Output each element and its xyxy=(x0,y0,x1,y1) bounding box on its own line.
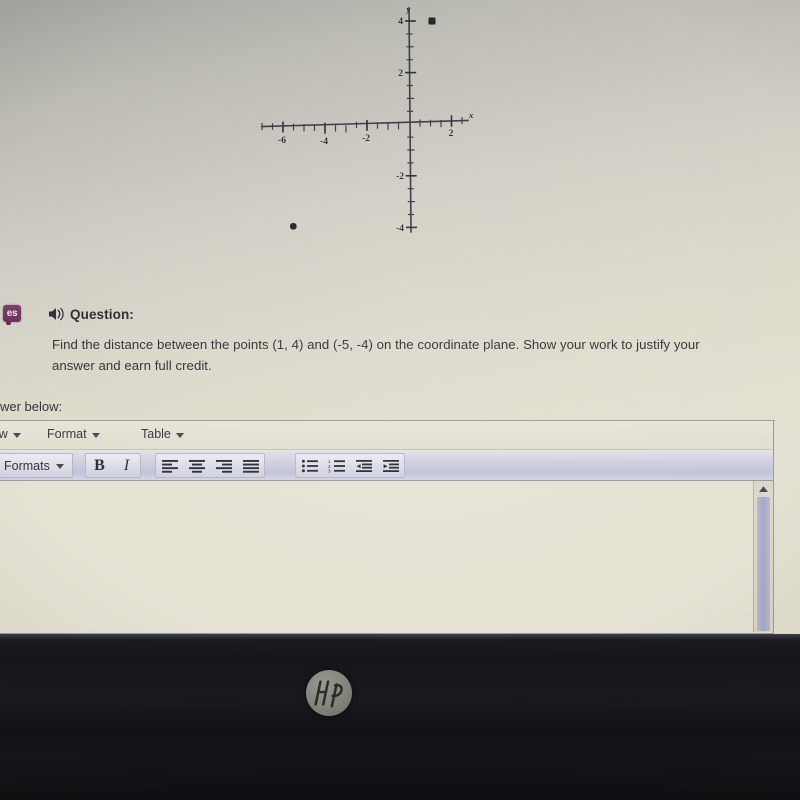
plotted-point-1-4 xyxy=(428,17,436,25)
align-justify-button[interactable] xyxy=(237,454,264,477)
question-block: es Question: Find the distance between t… xyxy=(0,296,800,396)
question-label: Question: xyxy=(70,307,134,322)
menu-view[interactable]: iew xyxy=(0,427,21,441)
menu-format-label: Format xyxy=(47,427,87,441)
svg-text:2: 2 xyxy=(449,129,454,139)
laptop-screen-photograph: y x -6 -4 -2 2 4 2 -2 -4 es Question: Fi… xyxy=(0,0,800,800)
bold-button[interactable]: B xyxy=(86,454,113,477)
rich-text-editor[interactable]: iew Format Table Formats xyxy=(0,421,774,634)
outdent-button[interactable] xyxy=(350,454,377,477)
screen-content-area: y x -6 -4 -2 2 4 2 -2 -4 es Question: Fi… xyxy=(0,0,800,634)
italic-button[interactable]: I xyxy=(113,454,140,477)
bullet-list-button[interactable] xyxy=(296,454,323,477)
svg-text:-2: -2 xyxy=(396,172,404,182)
menu-table-label: Table xyxy=(141,427,171,441)
formats-dropdown[interactable]: Formats xyxy=(0,453,73,478)
chevron-down-icon xyxy=(91,432,100,438)
answer-prompt-label: wer below: xyxy=(0,399,63,414)
italic-label: I xyxy=(123,456,130,474)
laptop-bezel xyxy=(0,634,800,800)
align-center-button[interactable] xyxy=(183,454,210,477)
hp-logo xyxy=(306,670,352,716)
spanish-language-badge[interactable]: es xyxy=(3,305,21,325)
scrollbar-up-arrow[interactable] xyxy=(754,481,773,496)
editor-toolbar: Formats B I 1 2 3 xyxy=(0,450,773,481)
editor-menubar: iew Format Table xyxy=(0,421,773,450)
svg-text:-2: -2 xyxy=(362,134,370,144)
text-style-group: B I xyxy=(85,453,141,478)
menu-table[interactable]: Table xyxy=(141,427,184,441)
svg-text:y: y xyxy=(406,4,411,14)
svg-text:2: 2 xyxy=(398,69,403,79)
bold-label: B xyxy=(94,456,105,474)
editor-text-area[interactable] xyxy=(0,481,753,632)
indent-button[interactable] xyxy=(377,454,404,477)
chevron-down-icon xyxy=(12,432,21,438)
align-right-button[interactable] xyxy=(210,454,237,477)
list-indent-group: 1 2 3 xyxy=(295,453,405,478)
menu-view-label: iew xyxy=(0,427,8,441)
svg-text:3: 3 xyxy=(328,468,331,472)
bezel-highlight xyxy=(0,634,800,640)
chevron-down-icon xyxy=(175,432,184,438)
svg-text:-4: -4 xyxy=(320,137,328,147)
scrollbar-thumb[interactable] xyxy=(757,497,770,631)
plotted-point-minus5-minus4 xyxy=(290,223,297,230)
speaker-icon[interactable] xyxy=(48,306,66,322)
editor-body xyxy=(0,481,773,632)
menu-format[interactable]: Format xyxy=(47,427,100,441)
svg-text:x: x xyxy=(468,110,474,120)
svg-text:4: 4 xyxy=(398,17,403,27)
coordinate-plane-figure: y x -6 -4 -2 2 4 2 -2 -4 xyxy=(246,0,498,252)
chevron-down-icon xyxy=(55,464,64,469)
svg-text:-6: -6 xyxy=(278,136,286,146)
numbered-list-button[interactable]: 1 2 3 xyxy=(323,454,350,477)
svg-text:-4: -4 xyxy=(396,224,404,234)
formats-dropdown-label: Formats xyxy=(4,458,50,473)
question-text: Find the distance between the points (1,… xyxy=(52,337,700,373)
alignment-group xyxy=(155,453,265,478)
editor-scrollbar[interactable] xyxy=(753,481,773,632)
align-left-button[interactable] xyxy=(156,454,183,477)
